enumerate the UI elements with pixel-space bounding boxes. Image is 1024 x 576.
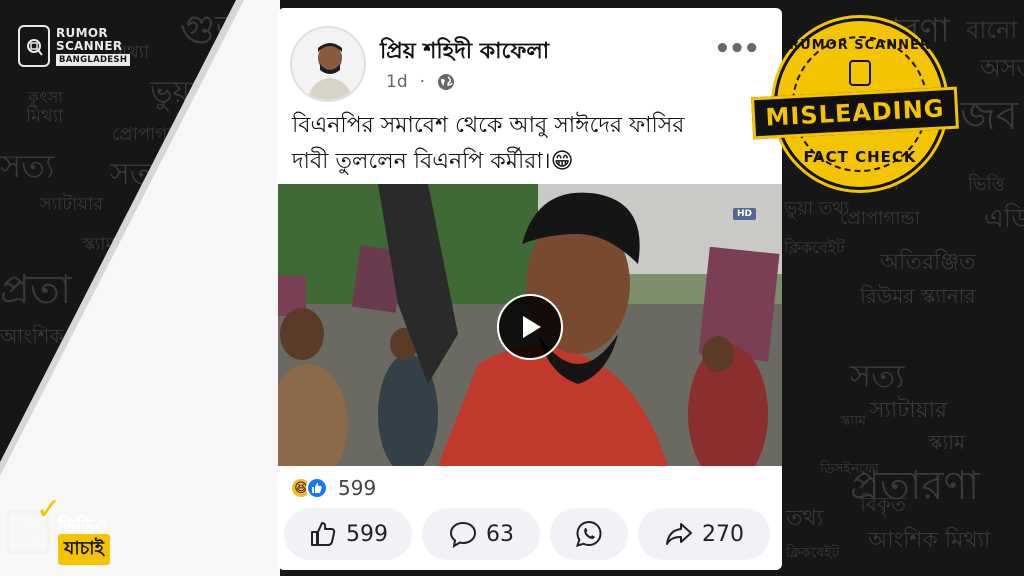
share-button[interactable]: 270 — [638, 508, 770, 560]
like-button[interactable]: 599 — [284, 508, 412, 560]
video-thumbnail[interactable]: HD — [278, 184, 782, 466]
comment-icon — [449, 521, 477, 548]
play-icon — [523, 316, 541, 338]
share-arrow-icon — [666, 523, 692, 545]
post-header: প্রিয় শহিদী কাফেলা 1d · ••• — [290, 26, 770, 106]
whatsapp-icon — [575, 520, 602, 547]
like-reaction-icon — [306, 477, 328, 499]
stamp-bottom-text: FACT CHECK — [803, 148, 917, 166]
post-caption: বিএনপির সমাবেশ থেকে আবু সাঈদের ফাসির দাব… — [292, 108, 762, 180]
action-bar: 599 63 270 — [284, 508, 776, 560]
rumor-scanner-logo: RUMOR SCANNER BANGLADESH — [18, 22, 138, 70]
misleading-stamp: RUMOR SCANNER MISLEADING FACT CHECK — [751, 18, 959, 208]
caption-line2: দাবী তুললেন বিএনপি কর্মীরা।😁 — [292, 149, 574, 174]
dot-separator: · — [419, 72, 426, 92]
thumbs-up-icon — [311, 522, 336, 546]
verdict-label: MISLEADING — [764, 94, 946, 132]
facebook-post-card: প্রিয় শহিদী কাফেলা 1d · ••• বিএনপির সমা… — [278, 8, 782, 570]
stamp-top-text: RUMOR SCANNER — [789, 38, 931, 53]
avatar[interactable] — [290, 26, 366, 102]
caption-line1: বিএনপির সমাবেশ থেকে আবু সাঈদের ফাসির — [292, 113, 685, 138]
video-jachai-line2: যাচাই — [58, 534, 110, 565]
comment-count: 63 — [486, 521, 514, 547]
phone-scan-icon — [18, 25, 50, 67]
whatsapp-share-button[interactable] — [550, 508, 628, 560]
brand-tag: BANGLADESH — [56, 53, 131, 66]
brand-line1: RUMOR — [56, 25, 108, 40]
brand-line2: SCANNER — [56, 38, 123, 53]
channel-badge: HD — [732, 208, 756, 220]
post-time[interactable]: 1d — [386, 72, 408, 92]
globe-icon — [438, 74, 455, 90]
play-button[interactable] — [497, 294, 563, 360]
page-name[interactable]: প্রিয় শহিদী কাফেলা — [380, 34, 549, 71]
like-count: 599 — [346, 521, 388, 547]
post-meta: 1d · — [386, 72, 455, 92]
rumor-scanner-stamp-icon — [849, 60, 871, 86]
share-count: 270 — [702, 521, 744, 547]
comment-button[interactable]: 63 — [422, 508, 540, 560]
video-jachai-logo: ▷ ✓ ভিডিও যাচাই — [6, 492, 146, 565]
reaction-count: 599 — [338, 476, 377, 500]
reactions-summary[interactable]: 😆 599 — [290, 476, 376, 500]
